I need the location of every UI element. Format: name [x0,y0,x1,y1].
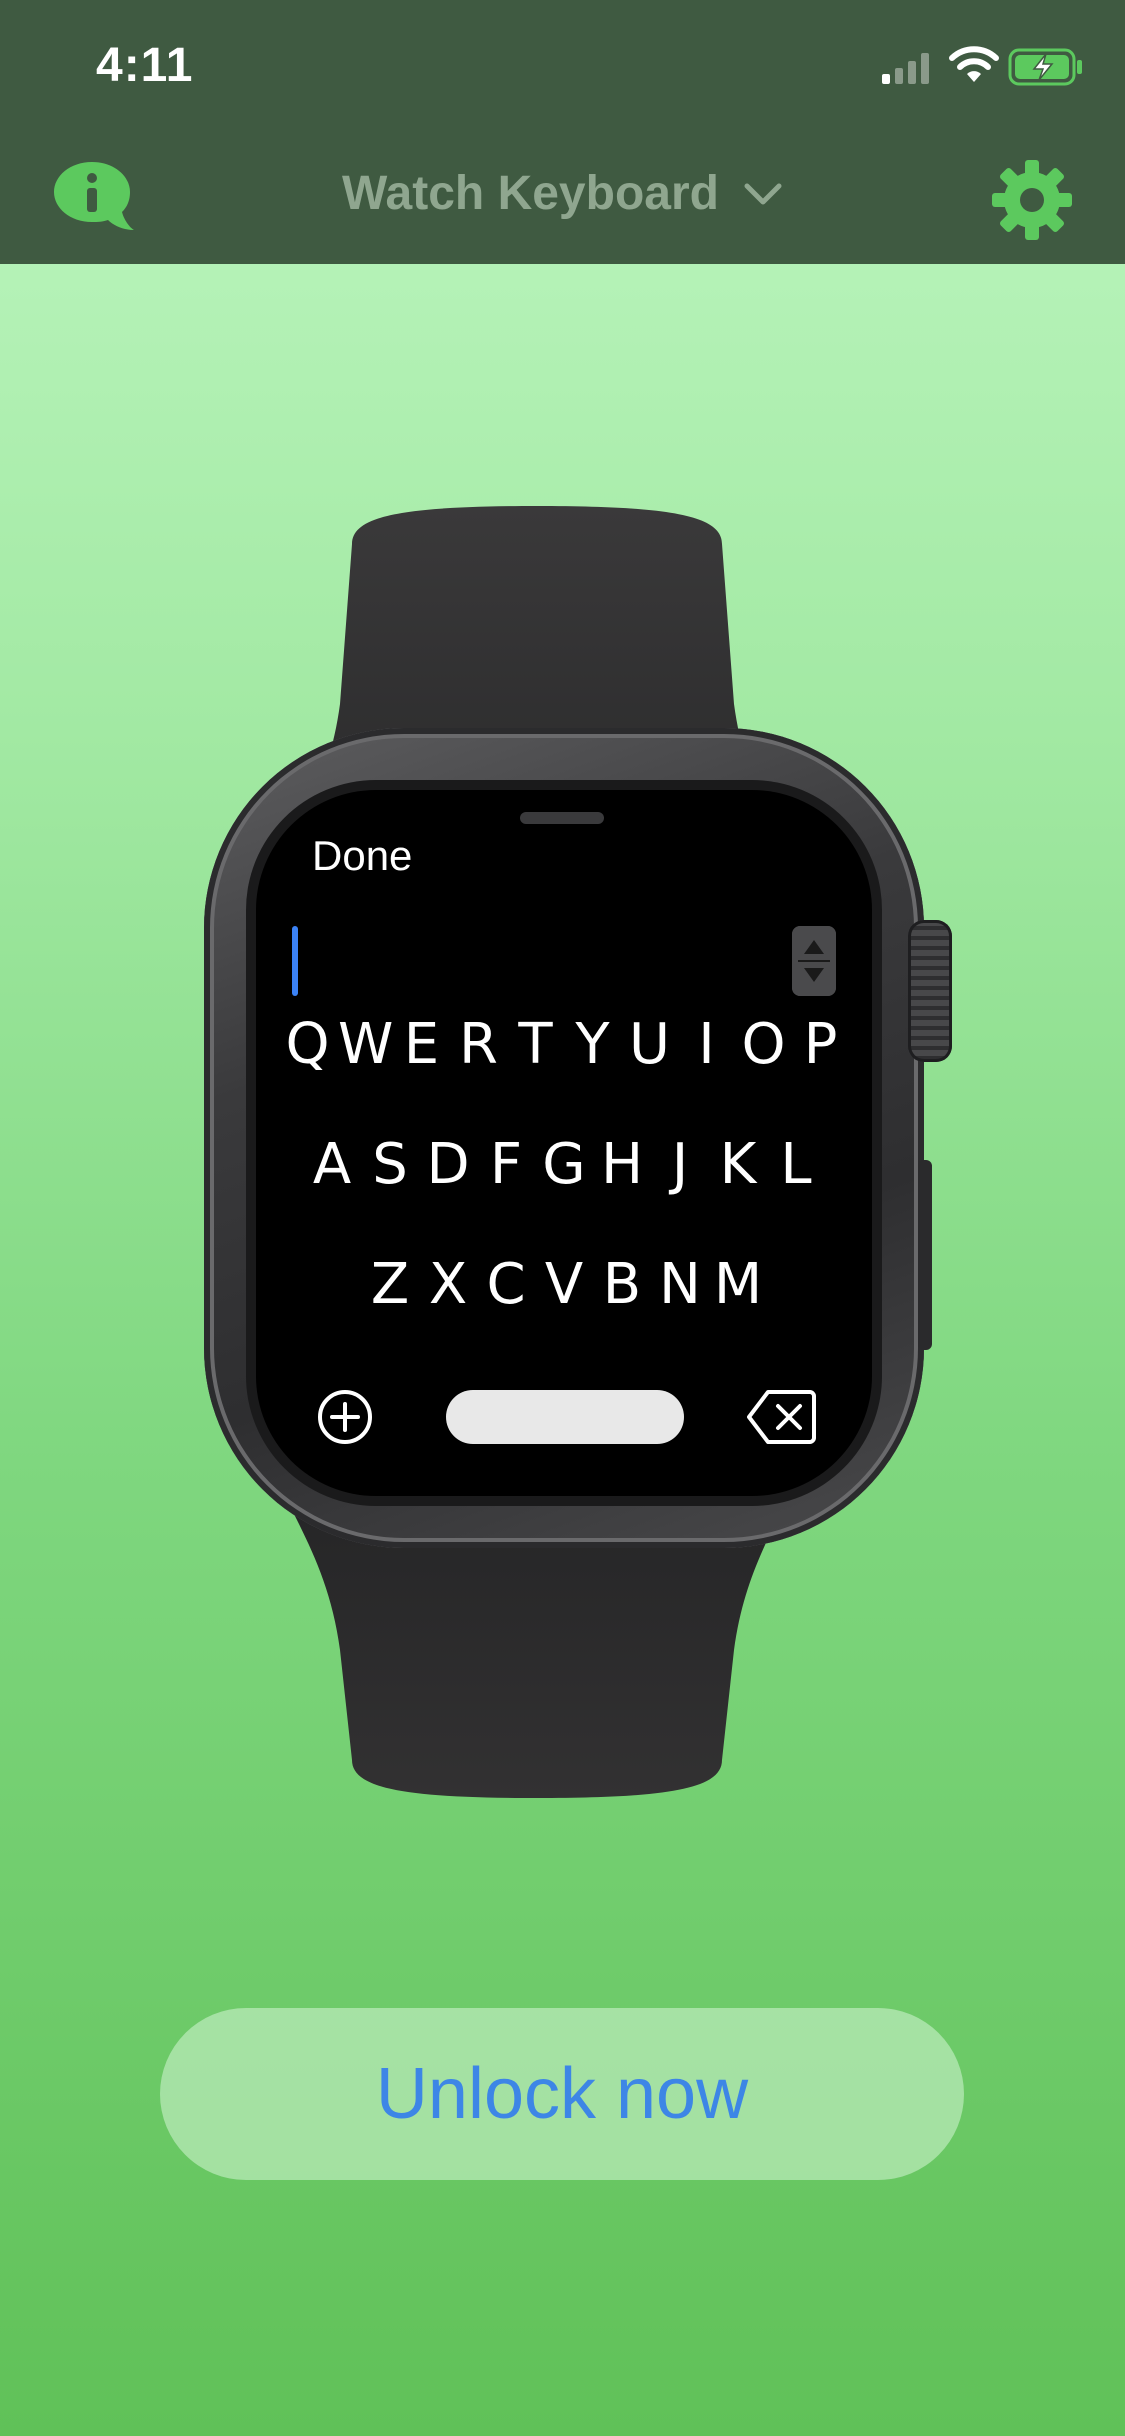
screen-grabber [520,812,604,824]
battery-charging-icon [1008,48,1082,86]
key-q[interactable]: Q [281,1010,334,1080]
key-o[interactable]: O [737,1010,790,1080]
key-z[interactable]: Z [363,1250,417,1320]
key-g[interactable]: G [537,1130,591,1200]
chevron-down-icon [744,183,782,204]
info-bubble-icon[interactable] [52,158,136,234]
gear-icon[interactable] [990,158,1074,242]
keyboard-row-1: Q W E R T Y U I O P [256,1010,872,1080]
watch-side-button [918,1160,932,1350]
keyboard-row-3: Z X C V B N M [256,1250,872,1320]
key-m[interactable]: M [711,1250,765,1320]
space-bar[interactable] [446,1390,684,1444]
key-n[interactable]: N [653,1250,707,1320]
key-b[interactable]: B [595,1250,649,1320]
done-button[interactable]: Done [312,832,412,880]
unlock-now-label: Unlock now [375,2054,749,2134]
key-s[interactable]: S [363,1130,417,1200]
key-d[interactable]: D [421,1130,475,1200]
key-r[interactable]: R [452,1010,505,1080]
key-v[interactable]: V [537,1250,591,1320]
nav-title: Watch Keyboard [342,167,719,220]
key-f[interactable]: F [479,1130,533,1200]
keyboard-row-2: A S D F G H J K L [256,1130,872,1200]
unlock-now-button[interactable]: Unlock now [160,2008,964,2180]
key-c[interactable]: C [479,1250,533,1320]
watch-band-bottom [292,1510,782,1798]
key-k[interactable]: K [711,1130,765,1200]
status-time: 4:11 [96,39,194,92]
key-p[interactable]: P [794,1010,847,1080]
key-i[interactable]: I [680,1010,733,1080]
key-u[interactable]: U [623,1010,676,1080]
key-a[interactable]: A [305,1130,359,1200]
wifi-icon [949,46,999,82]
keyboard-selector[interactable]: Watch Keyboard [342,166,783,221]
watch-illustration: Done Q W E R T Y U I O P A S D F G H J K… [196,500,956,1800]
text-cursor [292,926,298,996]
key-e[interactable]: E [395,1010,448,1080]
cellular-signal-icon [882,53,929,84]
top-bar: 4:11 Watch Keyboard [0,0,1125,264]
watch-screen: Done Q W E R T Y U I O P A S D F G H J K… [256,790,872,1496]
digital-crown [908,920,952,1062]
key-h[interactable]: H [595,1130,649,1200]
key-y[interactable]: Y [566,1010,619,1080]
plus-circle-icon[interactable] [316,1388,374,1446]
key-l[interactable]: L [769,1130,823,1200]
key-j[interactable]: J [653,1130,707,1200]
up-down-stepper-icon[interactable] [792,926,836,996]
key-t[interactable]: T [509,1010,562,1080]
key-w[interactable]: W [338,1010,393,1080]
delete-backspace-icon[interactable] [746,1388,816,1446]
key-x[interactable]: X [421,1250,475,1320]
